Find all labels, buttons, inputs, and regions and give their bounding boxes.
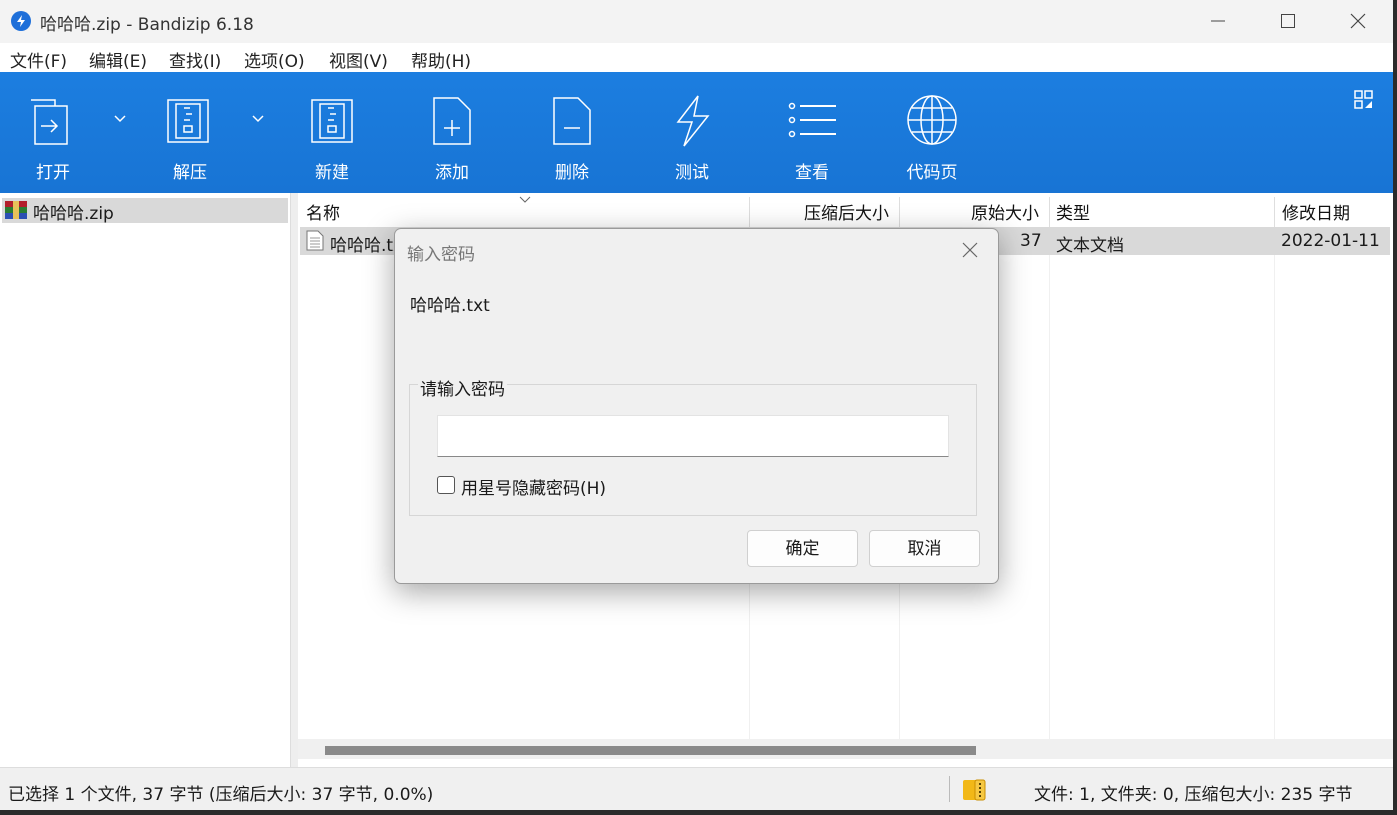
column-gridline xyxy=(1274,229,1275,739)
tree-item-archive[interactable]: 哈哈哈.zip xyxy=(2,198,288,224)
dialog-title: 输入密码 xyxy=(407,245,475,265)
maximize-icon xyxy=(1281,14,1295,28)
column-header-modified[interactable]: 修改日期 xyxy=(1282,199,1350,227)
column-divider[interactable] xyxy=(749,197,750,229)
password-groupbox: 请输入密码 用星号隐藏密码(H) xyxy=(409,375,977,516)
toolbar-test-button[interactable]: 测试 xyxy=(652,72,732,193)
status-selection-text: 已选择 1 个文件, 37 字节 (压缩后大小: 37 字节, 0.0%) xyxy=(8,785,434,805)
password-dialog: 输入密码 哈哈哈.txt 请输入密码 用星号隐藏密码(H) 确定 取消 xyxy=(394,228,999,584)
status-bar: 已选择 1 个文件, 37 字节 (压缩后大小: 37 字节, 0.0%) 文件… xyxy=(0,767,1393,810)
toolbar-label: 新建 xyxy=(315,163,349,183)
minimize-button[interactable] xyxy=(1183,0,1253,43)
cell-modified: 2022-01-11 xyxy=(1281,231,1380,251)
archive-info-icon[interactable] xyxy=(962,779,986,801)
close-icon xyxy=(1350,13,1366,29)
new-archive-icon xyxy=(311,99,353,143)
menu-options[interactable]: 选项(O) xyxy=(244,47,305,72)
status-archive-text: 文件: 1, 文件夹: 0, 压缩包大小: 235 字节 xyxy=(1034,785,1353,805)
cell-original-size: 37 xyxy=(1020,231,1042,251)
column-header-type[interactable]: 类型 xyxy=(1056,199,1090,227)
title-bar: 哈哈哈.zip - Bandizip 6.18 xyxy=(0,0,1393,43)
menu-bar: 文件(F) 编辑(E) 查找(I) 选项(O) 视图(V) 帮助(H) xyxy=(0,43,1393,72)
folder-tree: 哈哈哈.zip xyxy=(0,193,291,767)
layout-toggle-icon[interactable] xyxy=(1354,90,1374,110)
menu-file[interactable]: 文件(F) xyxy=(10,47,67,72)
test-icon xyxy=(676,95,710,147)
column-divider[interactable] xyxy=(899,197,900,229)
toolbar-label: 代码页 xyxy=(906,163,958,183)
menu-view[interactable]: 视图(V) xyxy=(329,47,388,72)
toolbar-label: 查看 xyxy=(795,163,829,183)
add-icon xyxy=(433,97,471,145)
open-dropdown-icon[interactable] xyxy=(113,114,127,124)
toolbar-label: 添加 xyxy=(435,163,469,183)
zip-archive-icon xyxy=(5,201,27,219)
scrollbar-thumb[interactable] xyxy=(325,746,976,755)
toolbar-codepage-button[interactable]: 代码页 xyxy=(892,72,972,193)
column-header-original[interactable]: 原始大小 xyxy=(971,199,1039,227)
view-icon xyxy=(788,102,836,138)
toolbar-delete-button[interactable]: 删除 xyxy=(532,72,612,193)
toolbar-label: 打开 xyxy=(36,163,70,183)
column-divider[interactable] xyxy=(1049,197,1050,229)
extract-icon xyxy=(167,99,209,143)
column-header-compressed[interactable]: 压缩后大小 xyxy=(804,199,889,227)
column-gridline xyxy=(1049,229,1050,739)
toolbar-view-button[interactable]: 查看 xyxy=(772,72,852,193)
bandizip-app-icon xyxy=(11,11,31,31)
close-button[interactable] xyxy=(1323,0,1393,43)
cell-type: 文本文档 xyxy=(1056,236,1124,256)
toolbar-new-button[interactable]: 新建 xyxy=(292,72,372,193)
text-file-icon xyxy=(306,230,324,251)
mask-password-label[interactable]: 用星号隐藏密码(H) xyxy=(461,474,606,499)
extract-dropdown-icon[interactable] xyxy=(251,114,265,124)
mask-password-checkbox[interactable] xyxy=(437,476,455,494)
window-title: 哈哈哈.zip - Bandizip 6.18 xyxy=(40,15,254,35)
toolbar-label: 删除 xyxy=(555,163,589,183)
bandizip-window: 哈哈哈.zip - Bandizip 6.18 文件(F) 编辑(E) 查找(I… xyxy=(0,0,1393,810)
pane-splitter[interactable] xyxy=(291,193,298,767)
menu-help[interactable]: 帮助(H) xyxy=(411,47,471,72)
toolbar-label: 测试 xyxy=(675,163,709,183)
column-header-name[interactable]: 名称 xyxy=(306,199,340,227)
maximize-button[interactable] xyxy=(1253,0,1323,43)
status-divider xyxy=(949,776,950,802)
toolbar: 打开 解压 新建 添加 删除 测试 查看 代码页 xyxy=(0,72,1393,193)
menu-edit[interactable]: 编辑(E) xyxy=(89,47,147,72)
toolbar-extract-button[interactable]: 解压 xyxy=(150,72,230,193)
ok-button[interactable]: 确定 xyxy=(747,530,858,567)
toolbar-label: 解压 xyxy=(173,163,207,183)
column-divider[interactable] xyxy=(1274,197,1275,229)
open-icon xyxy=(31,99,68,145)
password-input[interactable] xyxy=(437,415,949,457)
dialog-filename: 哈哈哈.txt xyxy=(410,296,490,316)
password-group-label: 请输入密码 xyxy=(418,375,507,400)
sort-descending-icon xyxy=(519,196,531,203)
cancel-button[interactable]: 取消 xyxy=(869,530,980,567)
tree-item-label: 哈哈哈.zip xyxy=(33,204,114,224)
menu-find[interactable]: 查找(I) xyxy=(169,47,221,72)
toolbar-add-button[interactable]: 添加 xyxy=(412,72,492,193)
codepage-icon xyxy=(907,95,957,145)
horizontal-scrollbar[interactable] xyxy=(298,739,1393,759)
dialog-close-icon[interactable] xyxy=(961,241,979,259)
delete-icon xyxy=(553,97,591,145)
minimize-icon xyxy=(1211,20,1225,22)
toolbar-open-button[interactable]: 打开 xyxy=(13,72,93,193)
